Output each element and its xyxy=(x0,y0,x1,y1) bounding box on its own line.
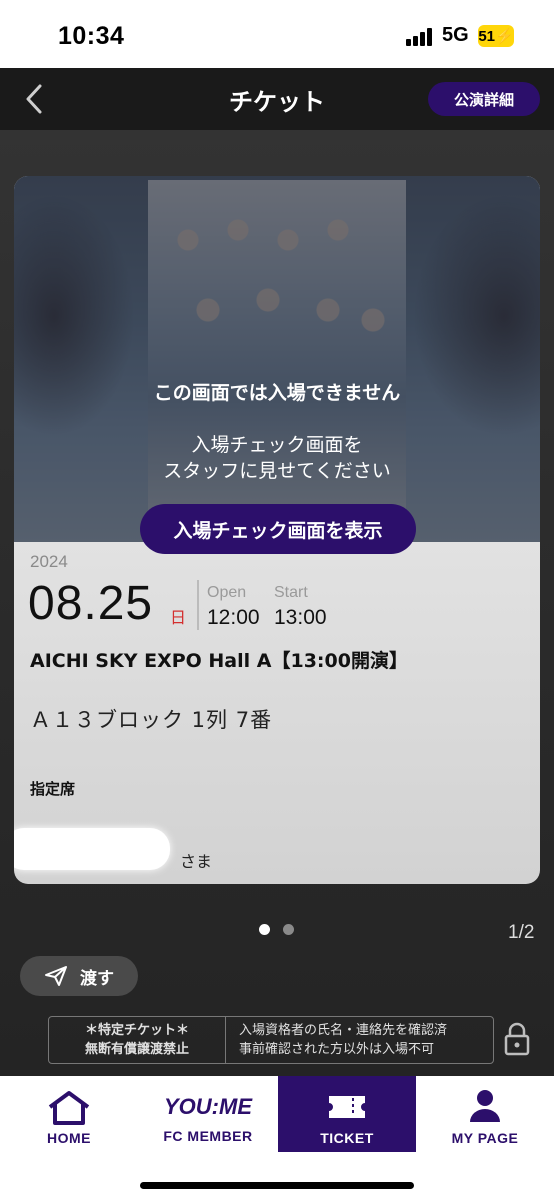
tab-ticket-label: TICKET xyxy=(320,1130,374,1146)
home-icon xyxy=(48,1091,90,1125)
start-time: 13:00 xyxy=(274,606,327,629)
transfer-button[interactable]: 渡す xyxy=(20,956,138,996)
rules-left: ＊特定チケット＊ 無断有償譲渡禁止 xyxy=(49,1017,225,1063)
page-dot[interactable] xyxy=(283,924,294,935)
event-year: 2024 xyxy=(30,552,68,571)
open-label: Open xyxy=(207,584,247,601)
notice-instruction-line1: 入場チェック画面を xyxy=(191,434,363,456)
event-detail-button[interactable]: 公演詳細 xyxy=(428,82,540,116)
rules-left-line1: ＊特定チケット＊ xyxy=(84,1023,189,1038)
date-divider xyxy=(197,580,199,630)
redacted-name xyxy=(14,828,170,870)
page-dot-active[interactable] xyxy=(259,924,270,935)
transfer-label: 渡す xyxy=(80,968,114,989)
rules-right-line1: 入場資格者の氏名・連絡先を確認済 xyxy=(239,1023,448,1038)
tab-my-page-label: MY PAGE xyxy=(451,1130,519,1146)
tab-fc-member[interactable]: YOU:ME FC MEMBER xyxy=(138,1076,278,1152)
user-icon xyxy=(470,1090,500,1122)
image-overlay xyxy=(14,176,540,542)
venue-name: AICHI SKY EXPO Hall A【13:00開演】 xyxy=(30,650,408,672)
tab-home-label: HOME xyxy=(47,1130,91,1146)
signal-icon xyxy=(406,28,436,46)
name-honorific: さま xyxy=(180,852,213,871)
battery-icon: 51 ⚡ xyxy=(478,25,514,47)
status-time: 10:34 xyxy=(58,22,125,50)
event-weekday: 日 xyxy=(170,608,187,627)
show-entry-check-button[interactable]: 入場チェック画面を表示 xyxy=(140,504,416,554)
rules-left-line2: 無断有償譲渡禁止 xyxy=(84,1042,189,1057)
seat-type: 指定席 xyxy=(30,780,76,798)
lock-icon[interactable] xyxy=(504,1022,530,1056)
status-bar: 10:34 5G 51 ⚡ xyxy=(0,0,554,68)
tab-my-page[interactable]: MY PAGE xyxy=(416,1076,554,1152)
seat-info: Ａ１３ブロック 1列 7番 xyxy=(30,708,273,732)
home-indicator xyxy=(140,1182,414,1189)
tab-home[interactable]: HOME xyxy=(0,1076,138,1152)
resale-rules-box: ＊特定チケット＊ 無断有償譲渡禁止 入場資格者の氏名・連絡先を確認済 事前確認さ… xyxy=(48,1016,494,1064)
ticket-image: この画面では入場できません 入場チェック画面を スタッフに見せてください xyxy=(14,176,540,542)
page-count: 1/2 xyxy=(508,922,535,943)
top-nav: チケット 公演詳細 xyxy=(0,68,554,130)
no-entry-notice: この画面では入場できません xyxy=(153,382,401,404)
send-icon xyxy=(45,966,67,986)
tab-fc-member-label: FC MEMBER xyxy=(163,1128,253,1144)
network-type: 5G xyxy=(442,24,469,46)
rules-right: 入場資格者の氏名・連絡先を確認済 事前確認された方以外は入場不可 xyxy=(239,1021,447,1059)
start-label: Start xyxy=(274,584,308,601)
ticket-card: この画面では入場できません 入場チェック画面を スタッフに見せてください 入場チ… xyxy=(14,176,540,884)
ticket-icon xyxy=(329,1096,365,1118)
rules-divider xyxy=(225,1017,226,1063)
notice-instruction-line2: スタッフに見せてください xyxy=(163,460,391,482)
rules-right-line2: 事前確認された方以外は入場不可 xyxy=(239,1042,435,1057)
event-date: 08.25 xyxy=(28,577,154,630)
youme-logo: YOU:ME xyxy=(164,1094,252,1119)
open-time: 12:00 xyxy=(207,606,260,629)
battery-level: 51 xyxy=(478,27,495,45)
tab-ticket[interactable]: TICKET xyxy=(278,1076,416,1152)
